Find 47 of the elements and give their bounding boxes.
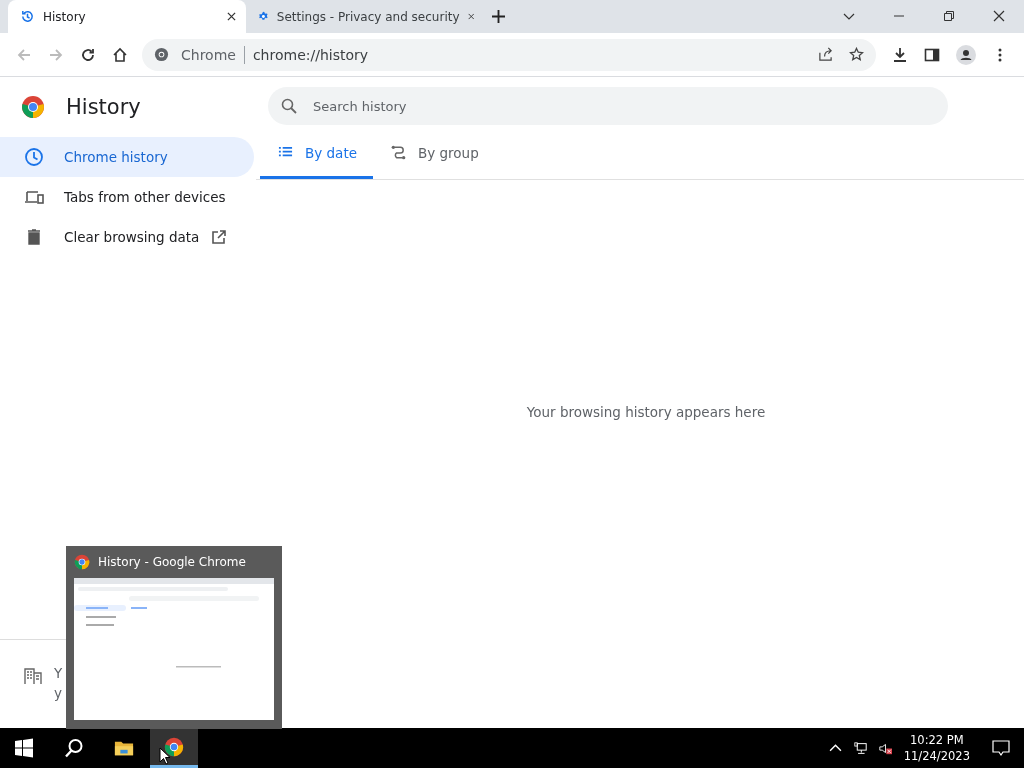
clock-icon <box>24 147 44 167</box>
sidebar-item[interactable]: Chrome history <box>0 137 254 177</box>
star-icon[interactable] <box>849 47 864 62</box>
empty-message: Your browsing history appears here <box>526 404 766 420</box>
view-tab[interactable]: By date <box>260 129 373 179</box>
restore-icon[interactable] <box>943 10 955 22</box>
address-bar[interactable]: Chrome chrome://history <box>142 38 876 71</box>
browser-tab[interactable]: Settings - Privacy and security <box>246 0 484 33</box>
taskbar-button[interactable] <box>150 728 198 768</box>
page-title: History <box>66 95 141 119</box>
close-icon[interactable] <box>227 12 236 21</box>
preview-title: History - Google Chrome <box>98 555 246 569</box>
download-icon[interactable] <box>892 46 908 63</box>
chrome-logo-icon <box>164 736 184 757</box>
chrome-logo-icon <box>74 554 90 570</box>
windows-logo-icon <box>14 738 34 758</box>
group-icon <box>391 145 406 160</box>
new-tab-icon[interactable] <box>492 10 505 23</box>
tab-title: Settings - Privacy and security <box>276 9 460 24</box>
profile-icon[interactable] <box>956 44 976 65</box>
site-label: Chrome <box>181 46 236 63</box>
speaker-muted-icon[interactable] <box>878 741 892 755</box>
history-icon <box>20 9 35 24</box>
mouse-cursor-icon <box>159 747 171 765</box>
url-text: chrome://history <box>252 46 369 63</box>
search-icon <box>64 738 84 758</box>
taskbar-clock[interactable]: 10:22 PM 11/24/2023 <box>903 732 970 764</box>
building-icon <box>24 667 42 685</box>
search-icon <box>281 98 297 114</box>
sidebar-item[interactable]: Clear browsing data <box>0 217 254 257</box>
notifications-icon[interactable] <box>992 739 1010 757</box>
share-icon[interactable] <box>818 47 833 62</box>
window-preview[interactable]: History - Google Chrome <box>66 546 282 729</box>
view-tab[interactable]: By group <box>373 129 495 179</box>
home-icon[interactable] <box>112 46 128 63</box>
network-icon[interactable] <box>853 741 867 755</box>
search-field[interactable]: Search history <box>268 87 948 125</box>
sidebar-item[interactable]: Tabs from other devices <box>0 177 254 217</box>
chrome-icon <box>154 47 169 62</box>
tab-title: History <box>43 9 87 24</box>
close-icon[interactable] <box>993 10 1005 22</box>
side-panel-icon[interactable] <box>924 46 940 63</box>
footer-text: y <box>54 684 63 702</box>
reload-icon[interactable] <box>80 46 96 63</box>
footer-text: Y <box>54 664 63 682</box>
browser-tab[interactable]: History <box>8 0 246 33</box>
chrome-logo-icon <box>21 95 45 119</box>
